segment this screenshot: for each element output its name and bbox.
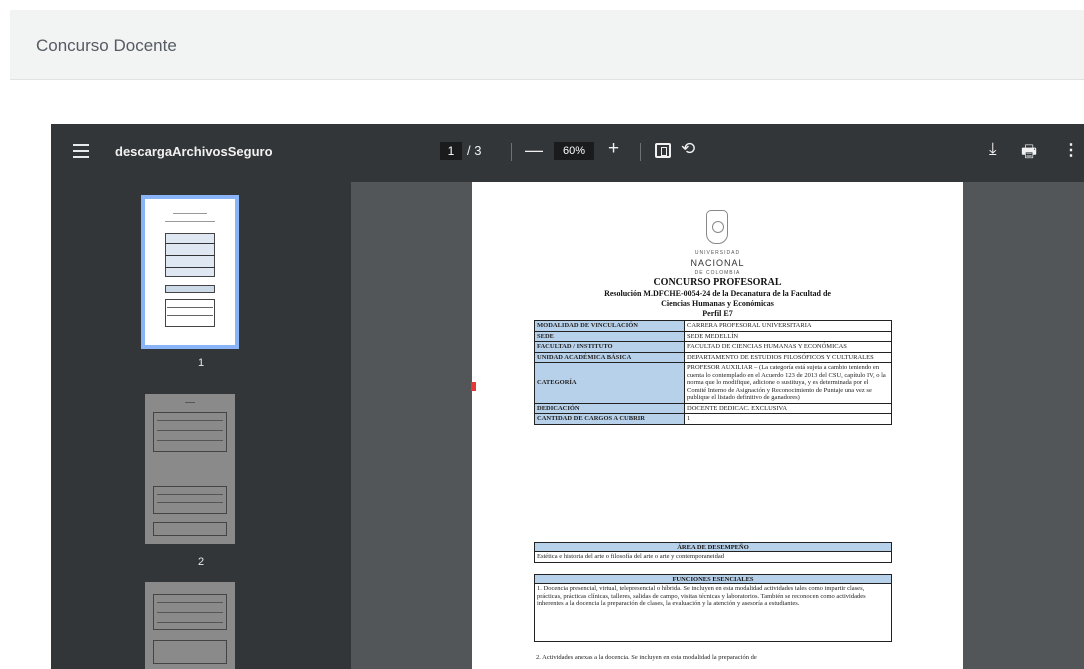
table-key: DEDICACIÓN [534, 402, 685, 414]
page-count: / 3 [467, 143, 482, 158]
table-value: DEPARTAMENTO DE ESTUDIOS FILOSÓFICOS Y C… [684, 351, 892, 363]
zoom-input[interactable]: 60% [554, 142, 594, 160]
fit-page-icon[interactable] [655, 143, 671, 158]
table-row: DEDICACIÓN DOCENTE DEDICAC. EXCLUSIVA [534, 402, 892, 414]
logo-text-top: UNIVERSIDAD [694, 250, 741, 256]
thumbnail-page-3[interactable] [145, 582, 235, 669]
logo-text-main: NACIONAL [690, 258, 745, 268]
table-row: FACULTAD / INSTITUTO FACULTAD DE CIENCIA… [534, 341, 892, 353]
table-value: CARRERA PROFESORAL UNIVERSITARIA [684, 320, 892, 332]
menu-icon[interactable] [73, 144, 89, 158]
table-key: UNIDAD ACADÉMICA BÁSICA [534, 351, 685, 363]
table-value: DOCENTE DEDICAC. EXCLUSIVA [684, 402, 892, 414]
thumbnail-page-2[interactable] [145, 394, 235, 544]
more-vert-icon[interactable]: ⋮ [1063, 140, 1079, 160]
thumbnail-label: 1 [197, 357, 205, 369]
doc-title: CONCURSO PROFESORAL [653, 277, 782, 288]
table-value: 1 [684, 413, 892, 425]
functions-heading: FUNCIONES ESENCIALES [534, 574, 892, 584]
table-value: PROFESOR AUXILIAR – (La categoría está s… [684, 362, 892, 404]
table-key: MODALIDAD DE VINCULACIÓN [534, 320, 685, 332]
download-icon[interactable]: ⤓ [989, 139, 997, 159]
rotate-icon[interactable]: ⟲ [681, 139, 695, 159]
table-key: CANTIDAD DE CARGOS A CUBRIR [534, 413, 685, 425]
logo-text-bottom: DE COLOMBIA [694, 270, 741, 276]
doc-resolution-2: Ciencias Humanas y Económicas [661, 299, 774, 308]
table-value: SEDE MEDELLÍN [684, 330, 892, 342]
profile-table: MODALIDAD DE VINCULACIÓN CARRERA PROFESO… [534, 320, 892, 425]
area-text: Estética e historia del arte o filosofía… [534, 552, 892, 563]
table-key: SEDE [534, 330, 685, 342]
page-title: Concurso Docente [36, 36, 177, 55]
functions-text-2: 2. Actividades anexas a la docencia. Se … [536, 654, 757, 661]
thumbnail-label: 2 [197, 556, 205, 568]
thumbnail-sidebar[interactable]: 1 2 [51, 182, 351, 669]
pdf-viewer: descargaArchivosSeguro 1 / 3 — 60% + ⟲ ⤓… [51, 124, 1084, 669]
minus-icon[interactable]: — [525, 140, 543, 161]
page-header: Concurso Docente [10, 10, 1084, 80]
table-value: FACULTAD DE CIENCIAS HUMANAS Y ECONÓMICA… [684, 341, 892, 353]
toolbar-divider [511, 143, 512, 161]
doc-resolution: Resolución M.DFCHE-0054-24 de la Decanat… [604, 289, 831, 298]
toolbar-divider [640, 143, 641, 161]
table-row: CATEGORÍA PROFESOR AUXILIAR – (La catego… [534, 362, 892, 404]
pdf-toolbar: descargaArchivosSeguro 1 / 3 — 60% + ⟲ ⤓… [51, 124, 1084, 182]
area-heading: ÁREA DE DESEMPEÑO [534, 542, 892, 552]
table-key: CATEGORÍA [534, 362, 685, 404]
table-row: MODALIDAD DE VINCULACIÓN CARRERA PROFESO… [534, 320, 892, 332]
table-key: FACULTAD / INSTITUTO [534, 341, 685, 353]
table-row: SEDE SEDE MEDELLÍN [534, 330, 892, 342]
functions-text: 1. Docencia presencial, virtual, telepre… [534, 584, 892, 642]
doc-profile: Perfil E7 [702, 309, 733, 318]
table-row: CANTIDAD DE CARGOS A CUBRIR 1 [534, 413, 892, 425]
pdf-filename: descargaArchivosSeguro [115, 144, 273, 159]
print-icon[interactable]: 🖶 [1021, 139, 1037, 168]
table-row: UNIDAD ACADÉMICA BÁSICA DEPARTAMENTO DE … [534, 351, 892, 363]
university-seal-icon [706, 210, 728, 244]
plus-icon[interactable]: + [608, 138, 619, 160]
page-marker [471, 382, 476, 391]
pdf-page: UNIVERSIDAD NACIONAL DE COLOMBIA CONCURS… [472, 182, 963, 669]
thumbnail-page-1[interactable] [141, 195, 239, 349]
top-strip [0, 0, 1084, 10]
page-number-input[interactable]: 1 [440, 142, 462, 160]
